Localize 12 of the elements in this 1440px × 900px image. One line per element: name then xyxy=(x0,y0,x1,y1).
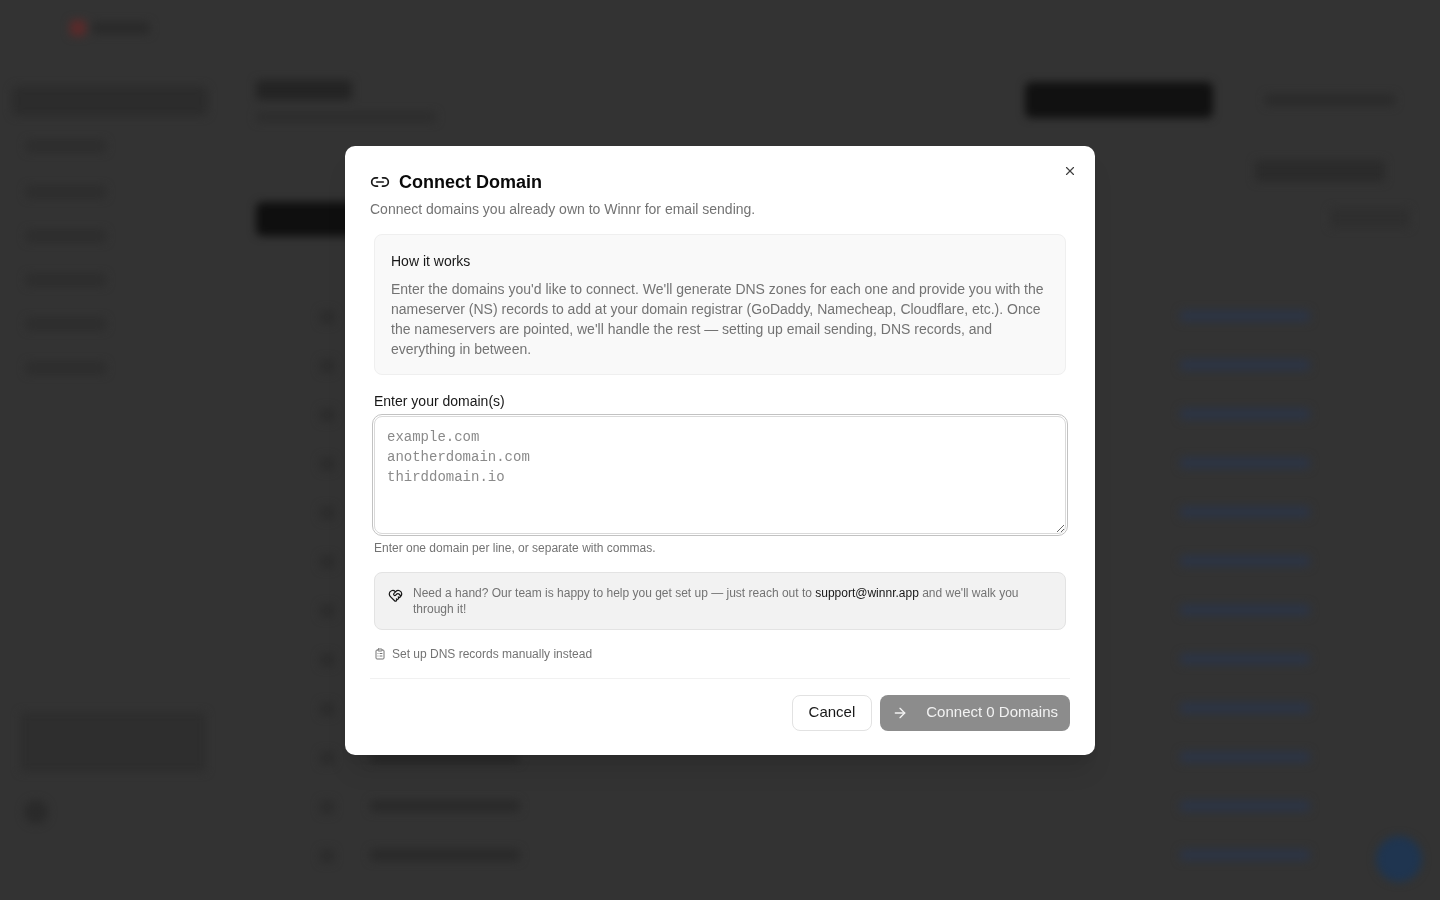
clipboard-icon xyxy=(374,647,386,660)
heart-handshake-icon xyxy=(388,587,403,603)
manual-dns-link[interactable]: Set up DNS records manually instead xyxy=(374,645,593,662)
dialog-title: Connect Domain xyxy=(399,170,542,194)
domains-label: Enter your domain(s) xyxy=(374,391,506,411)
info-title: How it works xyxy=(391,251,472,271)
domains-hint: Enter one domain per line, or separate with commas. xyxy=(374,539,657,556)
cancel-button[interactable]: Cancel xyxy=(791,694,873,731)
info-text: Enter the domains you'd like to connect. We'll generate DNS zones for each one and provide you with the nameserver (NS) records to add at your domain registrar (GoDaddy, Namecheap, Cloudflare, etc.). Once the nameservers are pointed, we'll handle the rest — setting up email sending, DNS records, and everything in between. xyxy=(391,279,1045,359)
dialog-description: Connect domains you already own to Winnr for email sending. xyxy=(370,199,757,219)
help-note-text: Need a hand? Our team is happy to help you get set up — just reach out to support@winnr.app and we'll walk you through it! xyxy=(413,584,1020,617)
domains-input[interactable]: example.com anotherdomain.com thirddomain.io xyxy=(374,415,1066,534)
